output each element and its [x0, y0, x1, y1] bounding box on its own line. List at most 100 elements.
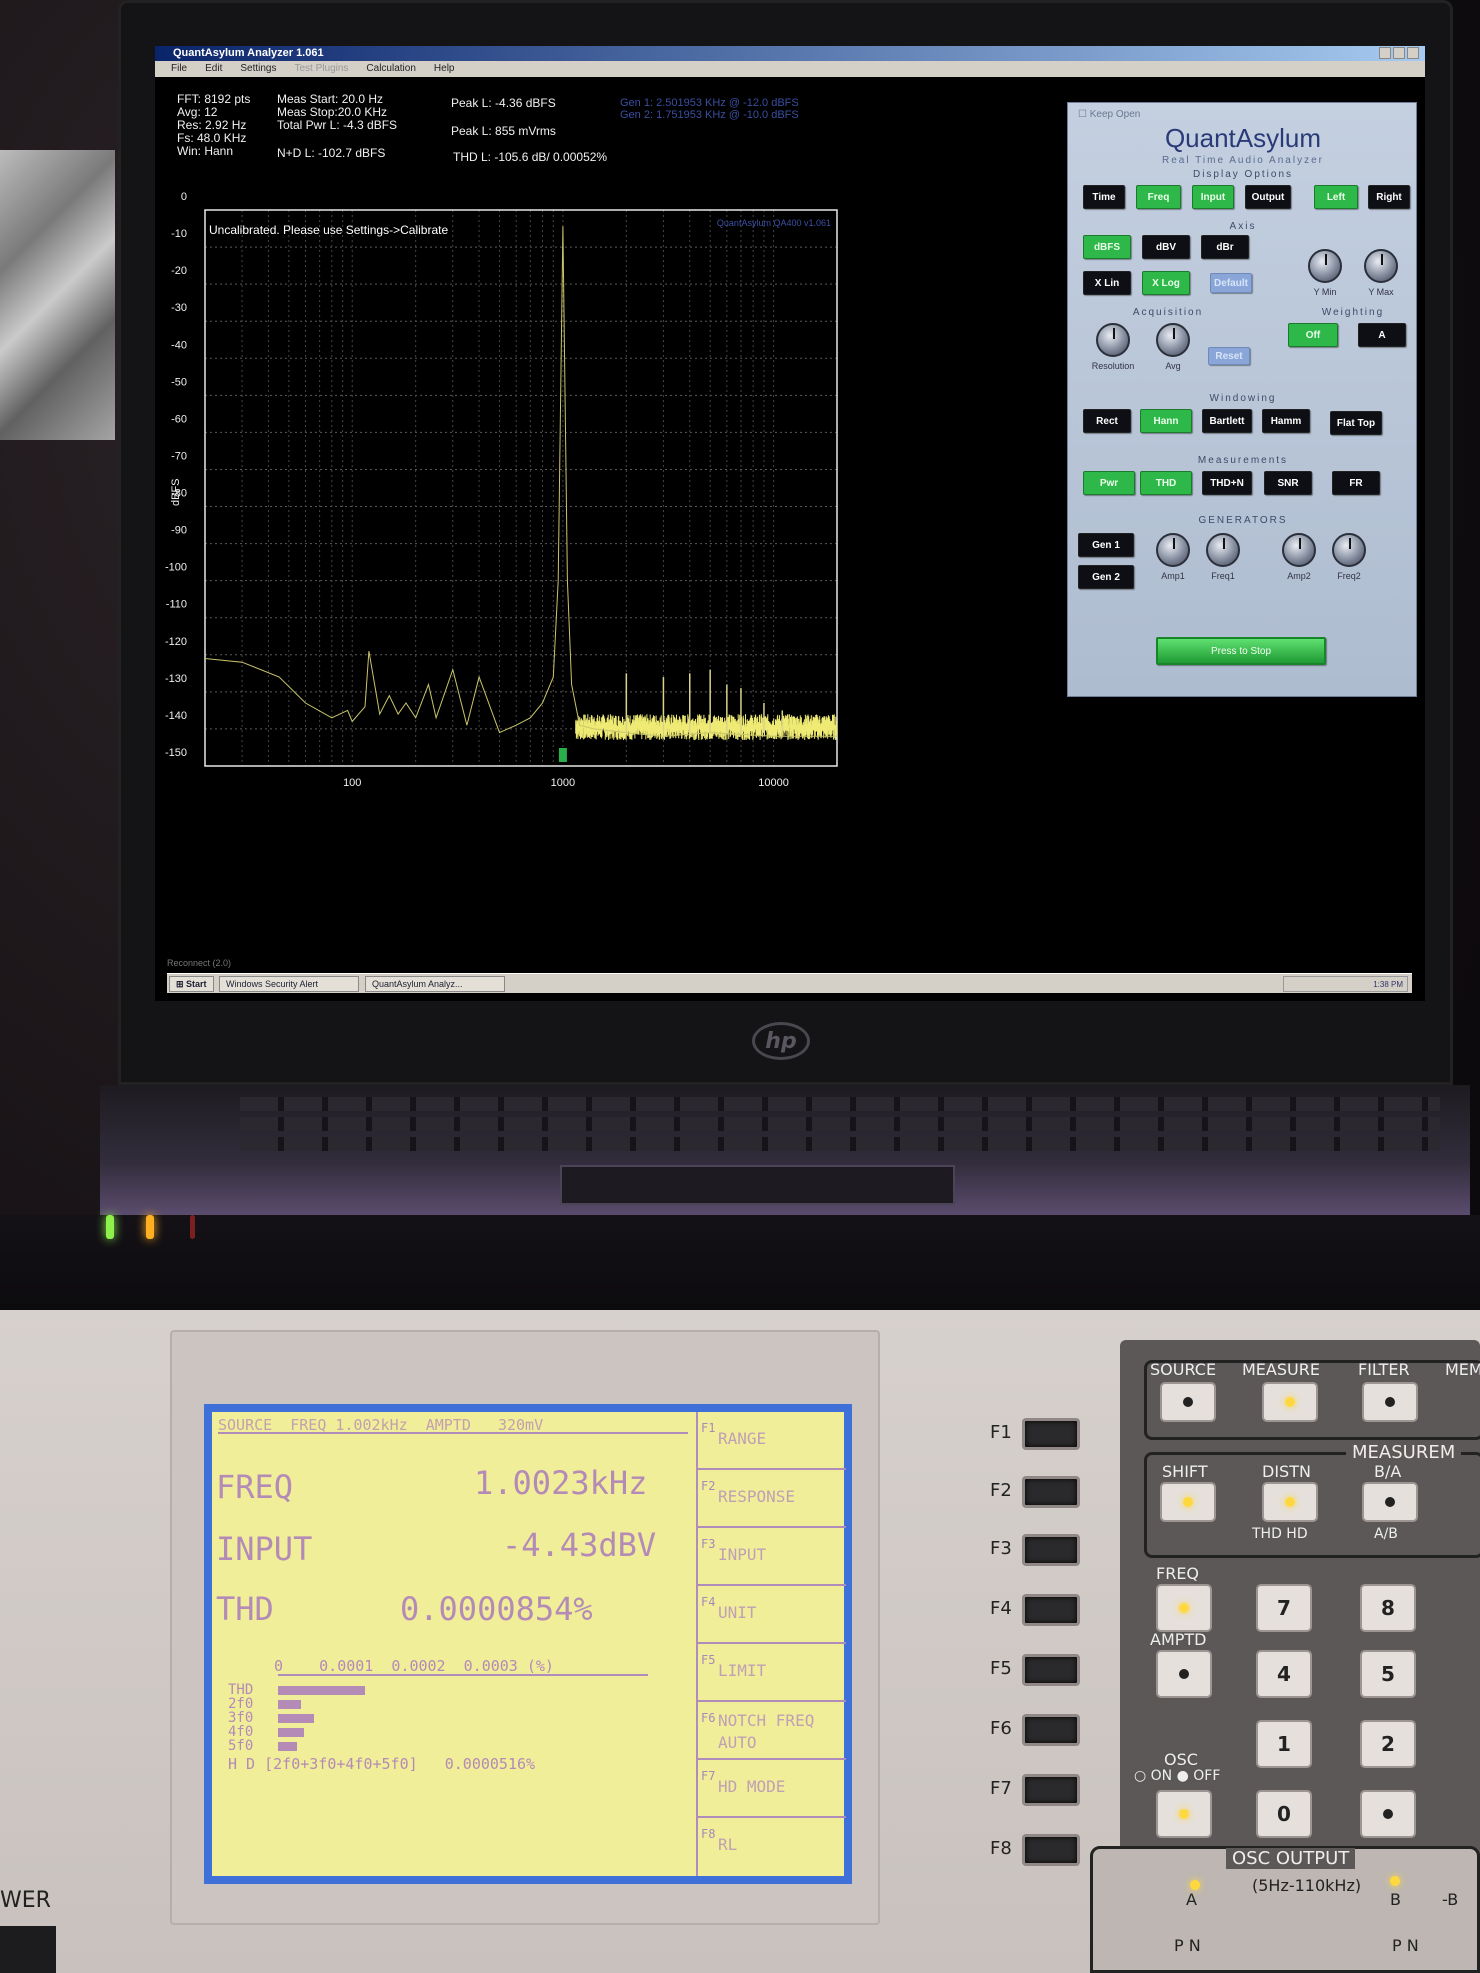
output-button[interactable]: Output: [1245, 185, 1291, 209]
menu-help[interactable]: Help: [434, 63, 455, 75]
taskbar-item-security[interactable]: Windows Security Alert: [219, 976, 359, 992]
ba-key[interactable]: [1362, 1482, 1418, 1522]
thd-button[interactable]: THD: [1140, 471, 1192, 495]
maximize-button[interactable]: [1393, 47, 1405, 59]
dbfs-button[interactable]: dBFS: [1083, 235, 1131, 259]
softkey-f2[interactable]: F2 RESPONSE: [698, 1470, 846, 1528]
menu-settings[interactable]: Settings: [240, 63, 276, 75]
menu-file[interactable]: File: [171, 63, 187, 75]
freq-button[interactable]: Freq: [1136, 185, 1181, 209]
key-row: [240, 1117, 1440, 1131]
bar-thd: [278, 1686, 366, 1695]
measure-key[interactable]: [1262, 1382, 1318, 1422]
f8-hw-key[interactable]: [1022, 1834, 1080, 1866]
time-button[interactable]: Time: [1083, 185, 1125, 209]
dbr-button[interactable]: dBr: [1201, 235, 1249, 259]
f2-hw-key[interactable]: [1022, 1476, 1080, 1508]
f7-hw-label: F7: [990, 1778, 1012, 1799]
gen1-button[interactable]: Gen 1: [1078, 533, 1134, 557]
input-button[interactable]: Input: [1192, 185, 1234, 209]
flat-top-button[interactable]: Flat Top: [1330, 411, 1382, 435]
rect-button[interactable]: Rect: [1083, 409, 1131, 433]
key-4[interactable]: 4: [1256, 1650, 1312, 1698]
osc-key[interactable]: [1156, 1790, 1212, 1838]
pwr-button[interactable]: Pwr: [1083, 471, 1135, 495]
softkey-f1[interactable]: F1 RANGE: [698, 1412, 846, 1470]
lcd-display: SOURCE FREQ 1.002kHz AMPTD 320mV FREQ 1.…: [204, 1404, 852, 1884]
filter-key[interactable]: [1362, 1382, 1418, 1422]
f3-hw-key[interactable]: [1022, 1534, 1080, 1566]
menu-test-plugins[interactable]: Test Plugins: [295, 63, 349, 75]
f1-hw-key[interactable]: [1022, 1418, 1080, 1450]
menu-edit[interactable]: Edit: [205, 63, 222, 75]
f5-hw-label: F5: [990, 1658, 1012, 1679]
freq-key[interactable]: [1156, 1584, 1212, 1632]
y-tick-label: -140: [165, 710, 187, 722]
distn-key[interactable]: [1262, 1482, 1318, 1522]
weighting-a-button[interactable]: A: [1358, 323, 1406, 347]
key-8[interactable]: 8: [1360, 1584, 1416, 1632]
x-log-button[interactable]: X Log: [1142, 271, 1190, 295]
fr-button[interactable]: FR: [1332, 471, 1380, 495]
f5-hw-key[interactable]: [1022, 1654, 1080, 1686]
f6-hw-key[interactable]: [1022, 1714, 1080, 1746]
resolution-knob[interactable]: [1096, 323, 1130, 357]
power-switch[interactable]: [0, 1926, 56, 1973]
key-1[interactable]: 1: [1256, 1720, 1312, 1768]
weighting-off-button[interactable]: Off: [1288, 323, 1338, 347]
gen2-button[interactable]: Gen 2: [1078, 565, 1134, 589]
menu-calculation[interactable]: Calculation: [366, 63, 415, 75]
section-acquisition: Acquisition: [1132, 307, 1204, 318]
thd-n-button[interactable]: THD+N: [1202, 471, 1252, 495]
x-lin-button[interactable]: X Lin: [1083, 271, 1131, 295]
channel-b-led: [1390, 1876, 1400, 1886]
f7-hw-key[interactable]: [1022, 1774, 1080, 1806]
softkey-f8[interactable]: F8 RL: [698, 1818, 846, 1876]
frequency-marker[interactable]: [558, 748, 567, 762]
shift-key[interactable]: [1160, 1482, 1216, 1522]
dbv-button[interactable]: dBV: [1142, 235, 1190, 259]
snr-button[interactable]: SNR: [1264, 471, 1312, 495]
freq2-knob[interactable]: [1332, 533, 1366, 567]
freq1-knob[interactable]: [1206, 533, 1240, 567]
key-decimal[interactable]: [1360, 1790, 1416, 1838]
amptd-key[interactable]: [1156, 1650, 1212, 1698]
hann-button[interactable]: Hann: [1140, 409, 1192, 433]
reset-button[interactable]: Reset: [1208, 347, 1250, 365]
default-button[interactable]: Default: [1210, 273, 1252, 293]
key-2[interactable]: 2: [1360, 1720, 1416, 1768]
key-7[interactable]: 7: [1256, 1584, 1312, 1632]
y-min-knob[interactable]: [1308, 249, 1342, 283]
key-0[interactable]: 0: [1256, 1790, 1312, 1838]
hamm-button[interactable]: Hamm: [1262, 409, 1310, 433]
power-label: WER: [0, 1888, 51, 1913]
y-tick-label: -20: [171, 265, 187, 277]
softkey-f4[interactable]: F4 UNIT: [698, 1586, 846, 1644]
x-tick-label: 1000: [551, 777, 575, 789]
close-button[interactable]: [1407, 47, 1419, 59]
key-5[interactable]: 5: [1360, 1650, 1416, 1698]
softkey-f3[interactable]: F3 INPUT: [698, 1528, 846, 1586]
source-key[interactable]: [1160, 1382, 1216, 1422]
softkey-f6[interactable]: F6 NOTCH FREQ AUTO: [698, 1702, 846, 1760]
spectrum-chart: 0 -10 -20 -30 -40 -50 -60 -70 -80 -90 -100 -110 -120…: [165, 172, 1055, 1001]
softkey-f5[interactable]: F5 LIMIT: [698, 1644, 846, 1702]
keep-open-checkbox[interactable]: ☐ Keep Open: [1078, 109, 1140, 120]
minimize-button[interactable]: [1379, 47, 1391, 59]
x-tick-label: 100: [343, 777, 361, 789]
f4-hw-key[interactable]: [1022, 1594, 1080, 1626]
taskbar-item-analyzer[interactable]: QuantAsylum Analyz...: [365, 976, 505, 992]
avg-knob[interactable]: [1156, 323, 1190, 357]
amp1-knob[interactable]: [1156, 533, 1190, 567]
press-to-stop-button[interactable]: Press to Stop: [1156, 637, 1326, 665]
bartlett-button[interactable]: Bartlett: [1202, 409, 1252, 433]
y-max-knob[interactable]: [1364, 249, 1398, 283]
start-button[interactable]: ⊞ Start: [169, 976, 214, 992]
amp2-knob[interactable]: [1282, 533, 1316, 567]
lcd-softkeys: F1 RANGE F2 RESPONSE F3 INPUT F4 UNIT F5 LIMI…: [696, 1412, 846, 1876]
softkey-f7[interactable]: F7 HD MODE: [698, 1760, 846, 1818]
right-button[interactable]: Right: [1368, 185, 1410, 209]
left-button[interactable]: Left: [1314, 185, 1358, 209]
y-tick-label: -150: [165, 747, 187, 759]
softkey-number: F2: [701, 1479, 716, 1493]
